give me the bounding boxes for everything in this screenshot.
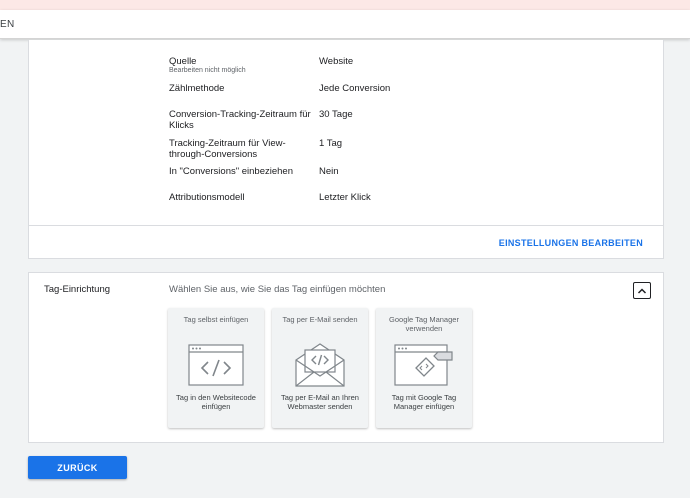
detail-label-include: In "Conversions" einbeziehen xyxy=(169,166,293,177)
option-title: Tag selbst einfügen xyxy=(183,315,249,324)
detail-label-counting: Zählmethode xyxy=(169,83,225,94)
detail-label-source: Quelle xyxy=(169,56,197,67)
detail-value-include: Nein xyxy=(319,166,339,177)
collapse-button[interactable] xyxy=(633,282,651,299)
edit-settings-link[interactable]: EINSTELLUNGEN BEARBEITEN xyxy=(499,238,643,248)
detail-value-source: Website xyxy=(319,56,354,67)
top-bar: EN xyxy=(0,10,690,39)
option-title: Tag per E-Mail senden xyxy=(282,315,358,324)
option-email-tag[interactable]: Tag per E-Mail senden Tag per E-Mail an … xyxy=(272,308,368,428)
detail-sublabel-source: Bearbeiten nicht möglich xyxy=(169,67,246,74)
detail-value-view-window: 1 Tag xyxy=(319,138,343,149)
tag-setup-title: Tag-Einrichtung xyxy=(44,284,111,295)
detail-label-attribution: Attributionsmodell xyxy=(169,192,245,203)
tag-setup-card: Tag-Einrichtung Wählen Sie aus, wie Sie … xyxy=(28,272,664,443)
option-tag-manager[interactable]: Google Tag Manager verwenden Tag mit Goo… xyxy=(376,308,472,428)
top-band xyxy=(0,0,690,10)
detail-value-attribution: Letzter Klick xyxy=(319,192,371,203)
detail-label-view-window: Tracking-Zeitraum für View-through-Conve… xyxy=(169,138,286,160)
tag-setup-hint: Wählen Sie aus, wie Sie das Tag einfügen… xyxy=(169,284,386,295)
detail-value-click-window: 30 Tage xyxy=(319,109,353,120)
detail-label-click-window: Conversion-Tracking-Zeitraum für Klicks xyxy=(169,109,311,131)
option-title: Google Tag Manager verwenden xyxy=(389,315,459,333)
top-bar-text: EN xyxy=(0,19,15,30)
email-code-icon xyxy=(295,343,345,387)
detail-value-counting: Jede Conversion xyxy=(319,83,391,94)
browser-code-icon xyxy=(188,344,244,386)
conversion-details-card: Quelle Bearbeiten nicht möglich Website … xyxy=(28,40,664,259)
option-description: Tag in den Websitecode einfügen xyxy=(176,393,256,411)
option-description: Tag mit Google Tag Manager einfügen xyxy=(391,393,457,411)
card-divider xyxy=(29,225,663,226)
option-description: Tag per E-Mail an Ihren Webmaster senden xyxy=(281,393,359,411)
back-button[interactable]: ZURÜCK xyxy=(28,456,127,479)
chevron-up-icon xyxy=(637,287,647,294)
tag-manager-icon xyxy=(394,344,453,386)
option-install-yourself[interactable]: Tag selbst einfügen Tag in den Websiteco… xyxy=(168,308,264,428)
